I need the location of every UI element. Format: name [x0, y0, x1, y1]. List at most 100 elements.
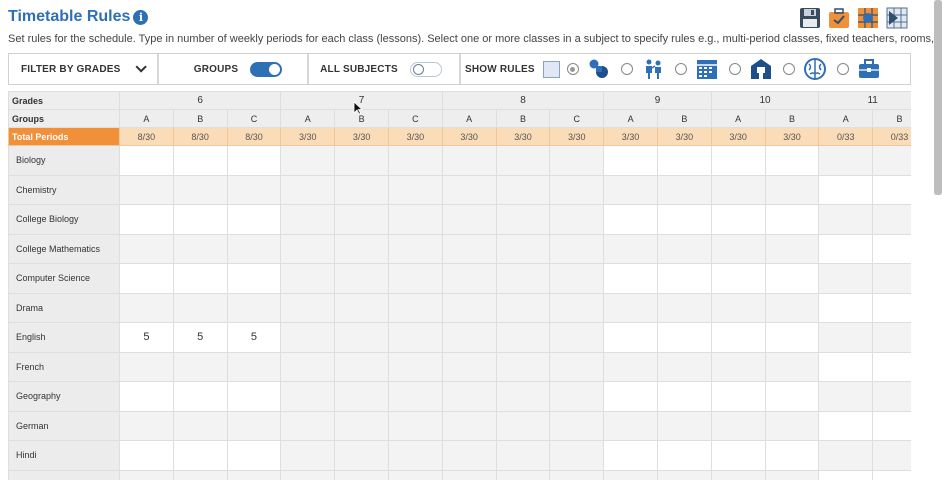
- group-header[interactable]: A: [119, 109, 174, 128]
- period-cell[interactable]: [872, 233, 911, 264]
- subject-label[interactable]: Chemistry: [8, 174, 120, 205]
- period-cell[interactable]: [656, 410, 712, 441]
- period-cell[interactable]: [764, 351, 820, 382]
- period-cell[interactable]: [603, 322, 658, 353]
- subject-label[interactable]: French: [8, 351, 120, 382]
- period-cell[interactable]: [710, 322, 766, 353]
- period-cell[interactable]: [549, 292, 605, 323]
- period-cell[interactable]: [280, 204, 336, 235]
- period-cell[interactable]: [872, 469, 911, 480]
- period-cell[interactable]: [226, 410, 282, 441]
- period-cell[interactable]: [603, 263, 658, 294]
- period-cell[interactable]: [119, 145, 174, 176]
- period-cell[interactable]: [549, 322, 605, 353]
- period-cell[interactable]: [872, 263, 911, 294]
- period-cell[interactable]: [710, 174, 766, 205]
- period-cell[interactable]: [872, 145, 911, 176]
- rule-option-teachers[interactable]: [620, 57, 665, 81]
- period-cell[interactable]: [387, 410, 443, 441]
- period-cell[interactable]: [549, 145, 605, 176]
- period-cell[interactable]: [495, 263, 551, 294]
- subject-label[interactable]: Biology: [8, 145, 120, 176]
- period-cell[interactable]: [441, 204, 497, 235]
- no-rules-square-icon[interactable]: [542, 60, 560, 78]
- period-cell[interactable]: [441, 174, 497, 205]
- period-cell[interactable]: [119, 204, 174, 235]
- period-cell[interactable]: 5: [226, 322, 282, 353]
- subject-label[interactable]: English: [8, 322, 120, 353]
- period-cell[interactable]: [710, 292, 766, 323]
- period-cell[interactable]: [603, 174, 658, 205]
- radio-button[interactable]: [566, 63, 579, 75]
- period-cell[interactable]: [549, 381, 605, 412]
- group-header[interactable]: C: [226, 109, 282, 128]
- period-cell[interactable]: [172, 174, 228, 205]
- period-cell[interactable]: [441, 351, 497, 382]
- group-header[interactable]: A: [603, 109, 658, 128]
- period-cell[interactable]: [495, 469, 551, 480]
- period-cell[interactable]: [818, 174, 874, 205]
- radio-button[interactable]: [836, 63, 849, 75]
- period-cell[interactable]: [603, 233, 658, 264]
- period-cell[interactable]: [334, 381, 389, 412]
- scrollbar-thumb[interactable]: [934, 0, 942, 195]
- subject-label[interactable]: College Biology: [8, 204, 120, 235]
- period-cell[interactable]: [387, 263, 443, 294]
- period-cell[interactable]: [387, 469, 443, 480]
- period-cell[interactable]: [119, 263, 174, 294]
- filter-by-grades-dropdown[interactable]: FILTER BY GRADES: [9, 54, 159, 84]
- period-cell[interactable]: [387, 440, 443, 471]
- period-cell[interactable]: [226, 440, 282, 471]
- period-cell[interactable]: [172, 233, 228, 264]
- period-cell[interactable]: [387, 351, 443, 382]
- period-cell[interactable]: [226, 351, 282, 382]
- period-cell[interactable]: [872, 292, 911, 323]
- group-header[interactable]: C: [387, 109, 443, 128]
- period-cell[interactable]: [656, 204, 712, 235]
- period-cell[interactable]: [441, 263, 497, 294]
- period-cell[interactable]: [280, 381, 336, 412]
- period-cell[interactable]: [495, 233, 551, 264]
- period-cell[interactable]: [818, 440, 874, 471]
- period-cell[interactable]: [710, 381, 766, 412]
- period-cell[interactable]: [549, 174, 605, 205]
- period-cell[interactable]: [334, 410, 389, 441]
- period-cell[interactable]: [280, 410, 336, 441]
- period-cell[interactable]: [119, 351, 174, 382]
- period-cell[interactable]: [226, 381, 282, 412]
- period-cell[interactable]: [334, 440, 389, 471]
- period-cell[interactable]: [334, 145, 389, 176]
- period-cell[interactable]: [387, 292, 443, 323]
- period-cell[interactable]: [495, 145, 551, 176]
- rule-option-briefcase[interactable]: [836, 57, 881, 81]
- group-header[interactable]: B: [764, 109, 820, 128]
- period-cell[interactable]: [387, 174, 443, 205]
- period-cell[interactable]: [656, 440, 712, 471]
- period-cell[interactable]: [280, 440, 336, 471]
- rule-option-classes[interactable]: [566, 57, 611, 81]
- radio-button[interactable]: [674, 63, 687, 75]
- period-cell[interactable]: [334, 322, 389, 353]
- period-cell[interactable]: [495, 410, 551, 441]
- period-cell[interactable]: [495, 204, 551, 235]
- group-header[interactable]: B: [872, 109, 911, 128]
- group-header[interactable]: A: [710, 109, 766, 128]
- period-cell[interactable]: [495, 322, 551, 353]
- period-cell[interactable]: [387, 204, 443, 235]
- period-cell[interactable]: [872, 204, 911, 235]
- period-cell[interactable]: [710, 469, 766, 480]
- period-cell[interactable]: [226, 145, 282, 176]
- period-cell[interactable]: [172, 204, 228, 235]
- subject-label[interactable]: German: [8, 410, 120, 441]
- period-cell[interactable]: [710, 440, 766, 471]
- period-cell[interactable]: [603, 145, 658, 176]
- period-cell[interactable]: [603, 204, 658, 235]
- period-cell[interactable]: [280, 145, 336, 176]
- radio-button[interactable]: [620, 63, 633, 75]
- period-cell[interactable]: [872, 322, 911, 353]
- period-cell[interactable]: [764, 469, 820, 480]
- period-cell[interactable]: [872, 440, 911, 471]
- period-cell[interactable]: [710, 410, 766, 441]
- schedule-flag-icon[interactable]: [886, 7, 908, 29]
- period-cell[interactable]: [387, 322, 443, 353]
